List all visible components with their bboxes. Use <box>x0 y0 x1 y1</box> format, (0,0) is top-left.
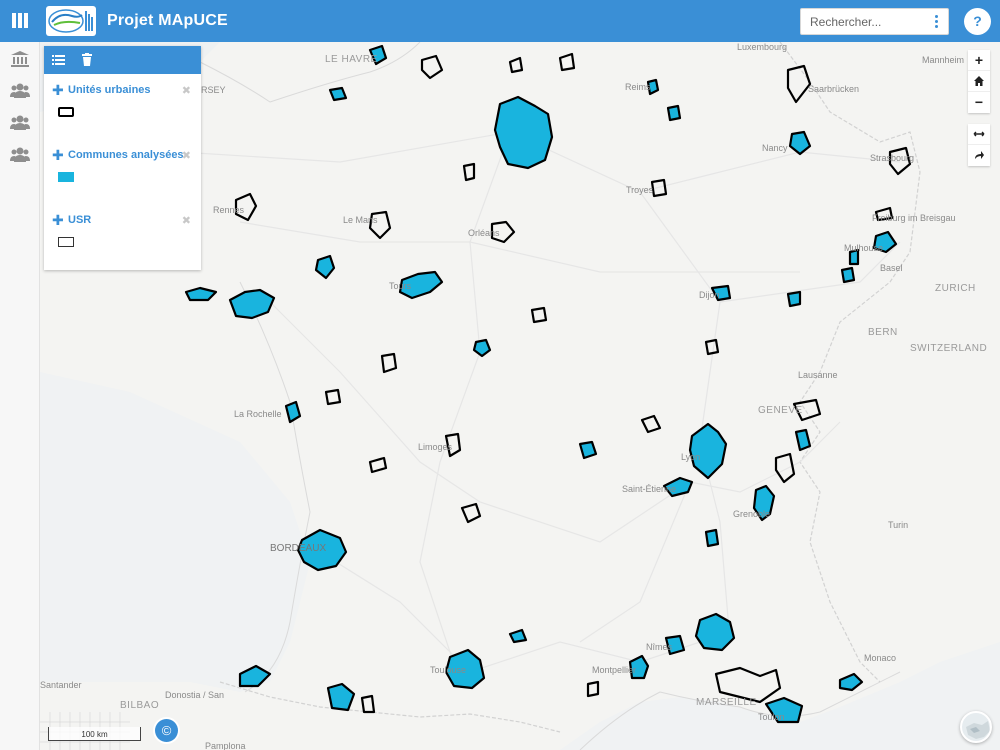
layer-name[interactable]: USR <box>68 214 91 226</box>
top-bar: Projet MApUCE ? <box>0 0 1000 42</box>
urban-unit-paris <box>493 95 554 170</box>
list-icon[interactable] <box>52 53 66 67</box>
place-label: Mannheim <box>922 55 965 65</box>
close-icon[interactable]: ✖ <box>182 214 191 227</box>
place-label: Troyes <box>626 185 654 195</box>
place-label: Le Mans <box>343 215 378 225</box>
place-label: Orléans <box>468 228 500 238</box>
place-label: Toulouse <box>430 665 467 675</box>
place-label: Saint-Étienne <box>622 484 677 494</box>
measure-icon[interactable] <box>968 124 990 145</box>
place-label: GENEVE <box>758 405 803 416</box>
close-icon[interactable]: ✖ <box>182 149 191 162</box>
place-label: Monaco <box>864 653 897 663</box>
place-label: Tours <box>389 281 412 291</box>
place-label: Lausanne <box>798 370 838 380</box>
place-label: Rennes <box>213 205 245 215</box>
place-label: Luxembourg <box>737 42 788 52</box>
place-label: Donostia / San <box>165 690 225 700</box>
place-label: Lyon <box>681 452 701 462</box>
search-input[interactable] <box>801 9 923 34</box>
zoom-in-button[interactable]: + <box>968 50 990 71</box>
place-label: LE HAVRE <box>325 54 378 65</box>
place-label: Basel <box>880 263 903 273</box>
place-label: Saarbrücken <box>808 84 860 94</box>
place-label: Grenoble <box>733 509 771 519</box>
app-title: Projet MApUCE <box>107 12 228 29</box>
place-label: Toulon <box>758 712 785 722</box>
layer-name[interactable]: Communes analysées <box>68 149 184 161</box>
legend-swatch <box>58 172 74 182</box>
place-label: ZURICH <box>935 283 976 294</box>
close-icon[interactable]: ✖ <box>182 84 191 97</box>
attribution-button[interactable]: © <box>155 719 178 742</box>
menu-icon[interactable] <box>10 11 32 31</box>
place-label: Santander <box>40 680 82 690</box>
place-label: La Rochelle <box>234 409 282 419</box>
help-button[interactable]: ? <box>964 8 991 35</box>
place-label: Limoges <box>418 442 453 452</box>
zoom-out-button[interactable]: − <box>968 92 990 113</box>
zoom-controls: + − <box>968 50 990 113</box>
expand-icon[interactable]: ✚ <box>52 148 64 162</box>
mapuce-logo[interactable] <box>46 6 96 36</box>
place-label: Strasbourg <box>870 153 915 163</box>
trash-icon[interactable] <box>80 53 94 67</box>
place-label: Nancy <box>762 143 788 153</box>
place-label: BERN <box>868 327 898 338</box>
place-label: Nîmes <box>646 642 673 652</box>
place-label: Dijon <box>699 290 720 300</box>
legend-swatch <box>58 237 74 247</box>
place-label: BORDEAUX <box>270 543 327 554</box>
users-icon[interactable] <box>10 146 30 164</box>
place-label: Pamplona <box>205 741 246 750</box>
arrow-icon[interactable] <box>968 145 990 166</box>
place-label: Mulhouse <box>844 243 884 253</box>
users-icon[interactable] <box>10 114 30 132</box>
place-label: Turin <box>888 520 909 530</box>
legend-swatch <box>58 107 74 117</box>
legend-header <box>44 46 201 74</box>
place-label: SWITZERLAND <box>910 343 988 354</box>
users-icon[interactable] <box>10 82 30 100</box>
institution-icon[interactable] <box>10 50 30 68</box>
place-label: MARSEILLE <box>696 697 757 708</box>
expand-icon[interactable]: ✚ <box>52 213 64 227</box>
layer-name[interactable]: Unités urbaines <box>68 84 151 96</box>
more-options-icon[interactable] <box>933 15 939 29</box>
place-label: BILBAO <box>120 700 160 711</box>
place-label: Reims <box>625 82 651 92</box>
legend-panel: ✚ Unités urbaines ✖ ✚ Communes analysées… <box>44 46 201 270</box>
search-box <box>800 8 949 35</box>
home-icon[interactable] <box>968 71 990 92</box>
scale-bar: 100 km <box>48 727 141 741</box>
tool-controls <box>968 124 990 166</box>
place-label: Montpellier <box>592 665 637 675</box>
place-label: Freiburg im Breisgau <box>872 213 956 223</box>
minimap-icon[interactable] <box>960 711 992 743</box>
left-sidebar <box>0 42 40 750</box>
expand-icon[interactable]: ✚ <box>52 83 64 97</box>
